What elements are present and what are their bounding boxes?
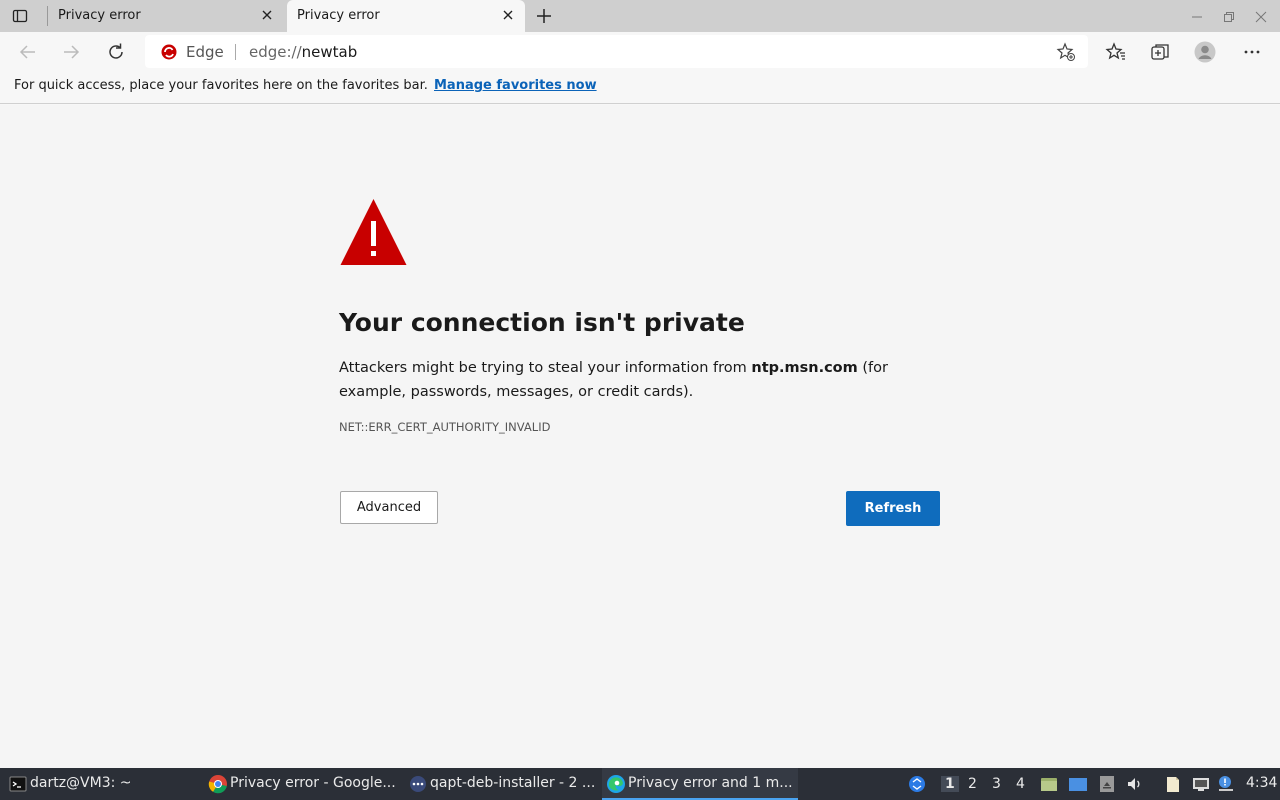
collections-icon[interactable] xyxy=(1149,41,1171,63)
chrome-icon xyxy=(208,774,228,794)
clock[interactable]: 4:34 xyxy=(1246,775,1277,791)
tab-actions-icon[interactable] xyxy=(12,8,28,24)
address-separator xyxy=(235,44,236,60)
taskbar-item-chrome[interactable]: Privacy error - Google... xyxy=(204,768,398,800)
workspace-1[interactable]: 1 xyxy=(941,776,959,792)
clipboard-icon[interactable] xyxy=(1164,775,1182,793)
profile-avatar-icon[interactable] xyxy=(1194,41,1216,63)
new-tab-icon[interactable] xyxy=(535,7,553,25)
installer-icon xyxy=(408,774,428,794)
forward-arrow-icon[interactable] xyxy=(60,41,82,63)
error-description: Attackers might be trying to steal your … xyxy=(339,356,949,404)
favorites-icon[interactable] xyxy=(1105,41,1127,63)
notification-icon[interactable] xyxy=(1217,775,1235,793)
file-manager-icon[interactable] xyxy=(1040,775,1058,793)
close-tab-icon[interactable] xyxy=(501,8,515,22)
desktop-icon[interactable] xyxy=(1069,775,1087,793)
page-title: Your connection isn't private xyxy=(339,308,745,337)
error-page: Your connection isn't private Attackers … xyxy=(0,105,1280,768)
volume-icon[interactable] xyxy=(1126,775,1144,793)
refresh-button[interactable]: Refresh xyxy=(846,491,940,526)
error-code[interactable]: NET::ERR_CERT_AUTHORITY_INVALID xyxy=(339,420,550,434)
tab-title: Privacy error xyxy=(297,8,380,23)
taskbar: dartz@VM3: ~ Privacy error - Google... q… xyxy=(0,768,1280,800)
workspace-3[interactable]: 3 xyxy=(992,776,1001,792)
warning-triangle-icon xyxy=(339,197,408,267)
minimize-icon[interactable] xyxy=(1190,9,1204,23)
address-bar[interactable]: Edge edge://newtab xyxy=(145,35,1088,68)
manage-favorites-link[interactable]: Manage favorites now xyxy=(434,78,597,93)
advanced-button[interactable]: Advanced xyxy=(340,491,438,524)
url-text[interactable]: edge://newtab xyxy=(249,43,357,61)
taskbar-item-installer[interactable]: qapt-deb-installer - 2 ... xyxy=(404,768,598,800)
more-menu-icon[interactable] xyxy=(1241,41,1263,63)
back-arrow-icon[interactable] xyxy=(17,41,39,63)
warning-shield-icon[interactable] xyxy=(160,43,178,61)
network-wired-icon[interactable] xyxy=(1192,775,1210,793)
close-tab-icon[interactable] xyxy=(260,8,274,22)
taskbar-item-label: Privacy error - Google... xyxy=(230,775,396,791)
url-host: newtab xyxy=(301,43,358,61)
toolbar: Edge edge://newtab xyxy=(0,32,1280,72)
host-name: ntp.msn.com xyxy=(751,360,858,376)
refresh-icon[interactable] xyxy=(105,41,127,63)
taskbar-item-terminal[interactable]: dartz@VM3: ~ xyxy=(4,768,194,800)
tab-privacy-error-1[interactable]: Privacy error xyxy=(47,0,284,32)
taskbar-item-label: dartz@VM3: ~ xyxy=(30,775,132,791)
taskbar-item-label: qapt-deb-installer - 2 ... xyxy=(430,775,596,791)
favorites-bar: For quick access, place your favorites h… xyxy=(0,72,1280,104)
browser-label: Edge xyxy=(186,43,224,61)
taskbar-item-edge[interactable]: Privacy error and 1 m... xyxy=(602,768,798,800)
tab-separator xyxy=(47,6,48,26)
description-prefix: Attackers might be trying to steal your … xyxy=(339,360,752,376)
favorites-bar-message: For quick access, place your favorites h… xyxy=(14,78,428,93)
taskbar-item-label: Privacy error and 1 m... xyxy=(628,775,793,791)
tab-privacy-error-2[interactable]: Privacy error xyxy=(287,0,525,32)
close-window-icon[interactable] xyxy=(1254,9,1268,23)
tab-title: Privacy error xyxy=(58,8,141,23)
terminal-icon xyxy=(8,774,28,794)
url-scheme: edge:// xyxy=(249,43,302,61)
workspace-2[interactable]: 2 xyxy=(968,776,977,792)
edge-icon xyxy=(606,774,626,794)
tab-strip: Privacy error Privacy error xyxy=(0,0,1280,32)
restore-icon[interactable] xyxy=(1222,9,1236,23)
workspace-4[interactable]: 4 xyxy=(1016,776,1025,792)
add-favorite-icon[interactable] xyxy=(1056,42,1076,62)
network-manager-icon[interactable] xyxy=(908,775,926,793)
updates-icon[interactable] xyxy=(1098,775,1116,793)
